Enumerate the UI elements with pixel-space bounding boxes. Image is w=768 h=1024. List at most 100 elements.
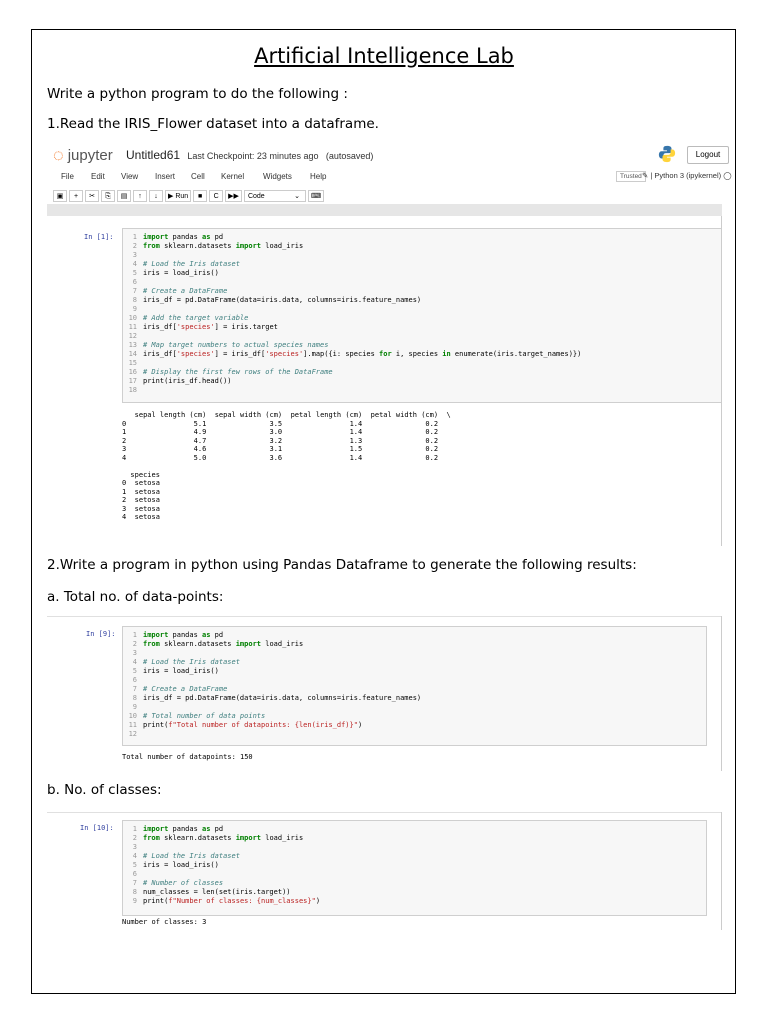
line-number: 1 [132, 631, 137, 639]
copy-button[interactable]: ⎘ [101, 190, 115, 202]
line-number: 6 [132, 870, 137, 878]
line-number: 9 [132, 305, 137, 313]
code-text: iris_df = pd.DataFrame(data=iris.data, c… [143, 694, 422, 702]
cut-button[interactable]: ✂ [85, 190, 99, 202]
code-text: iris = load_iris() [143, 861, 219, 869]
python-logo-icon [658, 145, 676, 163]
run-button[interactable]: ▶ Run [165, 190, 192, 202]
interrupt-button[interactable]: ■ [193, 190, 208, 202]
line-number: 4 [132, 658, 137, 666]
cell-3-output: Number of classes: 3 [122, 918, 207, 926]
jupyter-logo-icon: ◌ [53, 145, 64, 165]
notebook-name[interactable]: Untitled61 Last Checkpoint: 23 minutes a… [126, 148, 373, 162]
line-number: 7 [132, 287, 137, 295]
line-number: 9 [132, 703, 137, 711]
pencil-icon[interactable]: ✎ [642, 171, 648, 180]
line-number: 13 [128, 341, 137, 349]
line-number: 1 [132, 825, 137, 833]
code-text: iris_df['species'] = iris.target [143, 323, 278, 331]
cell-2-top-border [47, 616, 722, 618]
code-text: # Total number of data points [143, 712, 266, 720]
menu-edit[interactable]: Edit [91, 172, 105, 181]
move-down-button[interactable]: ↓ [149, 190, 163, 202]
line-number: 1 [132, 233, 137, 241]
checkpoint-text: Last Checkpoint: 23 minutes ago [187, 151, 319, 161]
line-number: 7 [132, 879, 137, 887]
jupyter-header: ◌ jupyter Untitled61 Last Checkpoint: 23… [47, 142, 732, 204]
cell-2-output: Total number of datapoints: 150 [122, 753, 253, 761]
line-number: 3 [132, 649, 137, 657]
line-number: 17 [128, 377, 137, 385]
question-2a: a. Total no. of data-points: [47, 589, 224, 605]
kernel-indicator: ✎ | Python 3 (ipykernel) ◯ [642, 171, 732, 180]
question-2b: b. No. of classes: [47, 782, 162, 798]
command-palette-button[interactable]: ⌨ [307, 190, 325, 202]
line-number: 6 [132, 676, 137, 684]
code-text: # Add the target variable [143, 314, 249, 322]
cell-3-border [721, 812, 722, 930]
line-number: 3 [132, 843, 137, 851]
move-up-button[interactable]: ↑ [133, 190, 147, 202]
code-text: num_classes = len(set(iris.target)) [143, 888, 291, 896]
cell-2-prompt: In [9]: [86, 630, 116, 638]
code-text: print(f"Total number of datapoints: {len… [143, 721, 363, 729]
logout-button[interactable]: Logout [687, 146, 729, 164]
intro-text: Write a python program to do the followi… [47, 86, 348, 102]
cell-3-top-border [47, 812, 722, 814]
line-number: 12 [128, 730, 137, 738]
code-text: # Load the Iris dataset [143, 658, 240, 666]
cell-1-prompt: In [1]: [84, 233, 114, 241]
code-text: # Map target numbers to actual species n… [143, 341, 329, 349]
cell-3-code[interactable]: 1 import pandas as pd 2 from sklearn.datase… [122, 820, 707, 916]
code-text: import pandas as pd [143, 233, 224, 241]
line-number: 12 [128, 332, 137, 340]
cell-1-output: sepal length (cm) sepal width (cm) petal… [122, 411, 451, 521]
line-number: 5 [132, 861, 137, 869]
line-number: 5 [132, 269, 137, 277]
line-number: 18 [128, 386, 137, 394]
code-text: iris_df = pd.DataFrame(data=iris.data, c… [143, 296, 422, 304]
cell-3-prompt: In [10]: [80, 824, 114, 832]
cell-type-value: Code [247, 193, 265, 200]
line-number: 9 [132, 897, 137, 905]
save-button[interactable]: ▣ [53, 190, 67, 202]
menu-help[interactable]: Help [310, 172, 326, 181]
line-number: 8 [132, 296, 137, 304]
line-number: 8 [132, 694, 137, 702]
restart-button[interactable]: C [209, 190, 224, 202]
cell-type-select[interactable]: Code ⌄ [243, 190, 306, 202]
line-number: 10 [128, 314, 137, 322]
line-number: 14 [128, 350, 137, 358]
line-number: 2 [132, 640, 137, 648]
line-number: 10 [128, 712, 137, 720]
menu-cell[interactable]: Cell [191, 172, 205, 181]
line-number: 2 [132, 834, 137, 842]
menu-widgets[interactable]: Widgets [263, 172, 292, 181]
jupyter-logo[interactable]: ◌ jupyter [53, 145, 113, 166]
notebook-title[interactable]: Untitled61 [126, 148, 180, 162]
line-number: 4 [132, 852, 137, 860]
code-text: iris = load_iris() [143, 667, 219, 675]
paste-button[interactable]: ▤ [117, 190, 131, 202]
code-text: from sklearn.datasets import load_iris [143, 834, 304, 842]
kernel-name: Python 3 (ipykernel) [654, 171, 722, 180]
menu-file[interactable]: File [61, 172, 74, 181]
chevron-down-icon: ⌄ [294, 193, 300, 200]
line-number: 8 [132, 888, 137, 896]
question-2: 2.Write a program in python using Pandas… [47, 557, 637, 573]
menu-insert[interactable]: Insert [155, 172, 175, 181]
cell-2-code[interactable]: 1 import pandas as pd 2 from sklearn.datase… [122, 626, 707, 746]
insert-cell-button[interactable]: + [69, 190, 83, 202]
question-1: 1.Read the IRIS_Flower dataset into a da… [47, 116, 379, 132]
code-text: # Load the Iris dataset [143, 852, 240, 860]
line-number: 2 [132, 242, 137, 250]
code-text: # Create a DataFrame [143, 685, 228, 693]
page-title: Artificial Intelligence Lab [254, 44, 514, 68]
menu-view[interactable]: View [121, 172, 138, 181]
line-number: 7 [132, 685, 137, 693]
menu-kernel[interactable]: Kernel [221, 172, 244, 181]
cell-1-code[interactable]: 1 import pandas as pd 2 from sklearn.datase… [122, 228, 722, 403]
restart-run-all-button[interactable]: ▶▶ [225, 190, 242, 202]
line-number: 11 [128, 721, 137, 729]
line-number: 11 [128, 323, 137, 331]
